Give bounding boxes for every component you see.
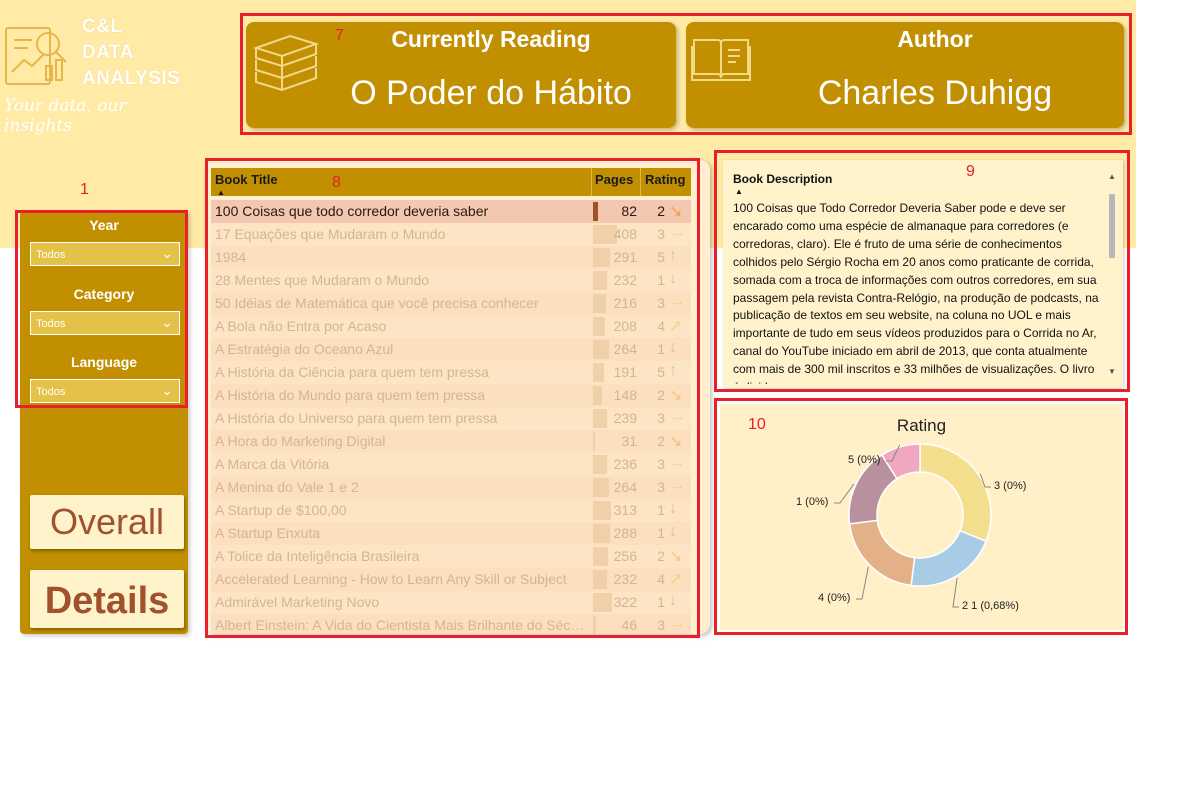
annotation-number: 7 [335,27,344,44]
company-logo: C&L DATA ANALYSIS Your data, our insight… [2,10,192,136]
annotation-box-table [205,158,700,638]
overall-nav-button[interactable]: Overall [30,495,184,549]
annotation-box-description [714,150,1130,392]
annotation-box-rating [714,398,1128,635]
annotation-number: 9 [966,163,975,180]
annotation-number: 1 [80,181,89,198]
report-canvas: C&L DATA ANALYSIS Your data, our insight… [0,0,1179,798]
annotation-box-header [240,13,1132,135]
logo-line-1: C&L [82,16,123,37]
annotation-box-filters [15,210,188,408]
details-nav-button[interactable]: Details [30,570,184,628]
logo-line-3: ANALYSIS [82,68,181,89]
annotation-number: 10 [748,416,766,433]
analytics-logo-icon [5,27,67,85]
logo-tagline: Your data, our insights [4,96,127,136]
annotation-number: 8 [332,174,341,191]
logo-line-2: DATA [82,42,134,63]
